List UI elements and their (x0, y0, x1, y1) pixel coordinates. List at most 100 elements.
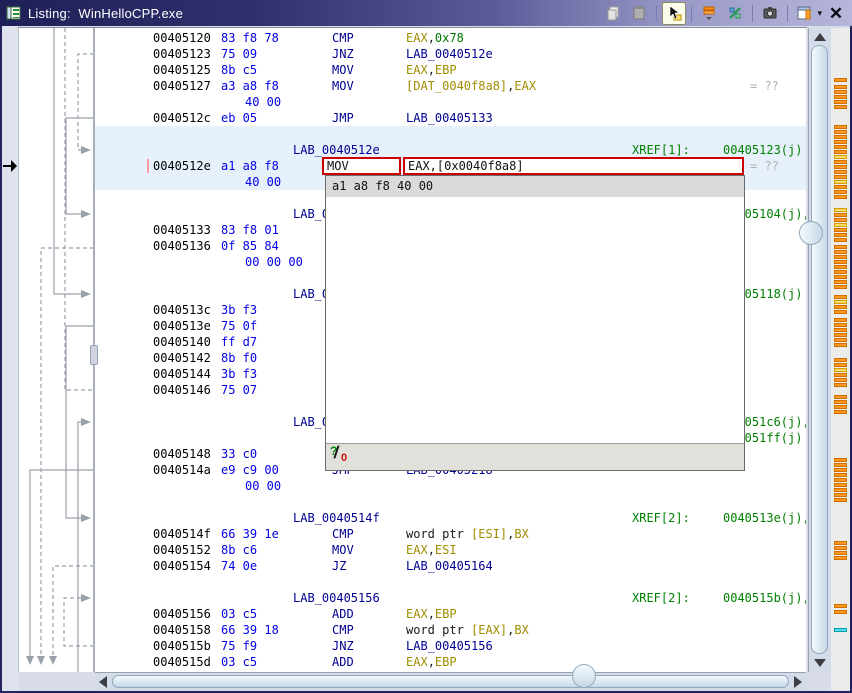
change-marker[interactable] (834, 145, 847, 149)
copy-icon[interactable] (601, 2, 625, 25)
snapshot-icon[interactable] (758, 2, 782, 25)
scrollbar-expand-handle-horizontal[interactable] (572, 664, 596, 688)
change-marker[interactable] (834, 135, 847, 139)
change-marker[interactable] (834, 280, 847, 284)
change-marker[interactable] (834, 275, 847, 279)
change-marker[interactable] (834, 323, 847, 327)
change-marker[interactable] (834, 233, 847, 237)
change-marker[interactable] (834, 195, 847, 199)
change-marker[interactable] (834, 85, 847, 89)
instruction-row[interactable]: 0040515866 39 18CMPword ptr [EAX],BX (95, 622, 806, 638)
change-marker[interactable] (834, 546, 847, 550)
change-marker[interactable] (834, 175, 847, 179)
instruction-row[interactable]: 0040515474 0eJZLAB_00405164 (95, 558, 806, 574)
listing-row[interactable]: 00 00 (95, 478, 806, 494)
change-marker[interactable] (834, 410, 847, 414)
listing-row[interactable]: 40 00 (95, 94, 806, 110)
change-marker[interactable] (834, 498, 847, 502)
change-marker[interactable] (834, 463, 847, 467)
change-marker[interactable] (834, 318, 847, 322)
close-icon[interactable]: ✕ (824, 2, 848, 25)
byte-suggestion-item[interactable]: a1 a8 f8 40 00 (326, 176, 744, 197)
diff-view-icon[interactable] (723, 2, 747, 25)
scroll-left-icon[interactable] (99, 676, 107, 688)
change-marker[interactable] (834, 78, 847, 82)
change-marker[interactable] (834, 180, 847, 184)
instruction-row[interactable]: 004051258b c5MOVEAX,EBP (95, 62, 806, 78)
change-marker[interactable] (834, 265, 847, 269)
change-marker[interactable] (834, 295, 847, 299)
change-marker[interactable] (834, 245, 847, 249)
scrollbar-expand-handle[interactable] (799, 221, 823, 245)
cursor-marker[interactable] (834, 628, 847, 632)
change-marker[interactable] (834, 208, 847, 212)
change-marker[interactable] (834, 270, 847, 274)
label-row[interactable]: LAB_0040512eXREF[1]:00405123(j) (95, 142, 806, 158)
change-marker[interactable] (834, 185, 847, 189)
change-marker[interactable] (834, 218, 847, 222)
change-marker[interactable] (834, 358, 847, 362)
instruction-row[interactable]: 0040512375 09JNZLAB_0040512e (95, 46, 806, 62)
horizontal-scrollbar-thumb[interactable] (112, 675, 789, 688)
change-marker[interactable] (834, 213, 847, 217)
instruction-row[interactable]: 0040512ceb 05JMPLAB_00405133 (95, 110, 806, 126)
change-marker[interactable] (834, 405, 847, 409)
vertical-scrollbar-thumb[interactable] (811, 45, 828, 654)
change-marker[interactable] (834, 90, 847, 94)
scroll-right-icon[interactable] (794, 676, 802, 688)
change-marker[interactable] (834, 378, 847, 382)
change-marker[interactable] (834, 100, 847, 104)
title-bar[interactable]: Listing: WinHelloCPP.exe ▾✕ (0, 0, 852, 26)
change-marker[interactable] (834, 140, 847, 144)
horizontal-scrollbar[interactable] (95, 672, 806, 691)
change-marker[interactable] (834, 328, 847, 332)
change-marker[interactable] (834, 130, 847, 134)
change-marker[interactable] (834, 310, 847, 314)
change-marker[interactable] (834, 223, 847, 227)
change-marker[interactable] (834, 556, 847, 560)
change-marker[interactable] (834, 383, 847, 387)
toggle-header-icon[interactable] (793, 2, 817, 25)
change-marker[interactable] (834, 125, 847, 129)
change-marker[interactable] (834, 228, 847, 232)
vertical-scrollbar[interactable] (808, 28, 831, 672)
change-marker[interactable] (834, 338, 847, 342)
change-marker[interactable] (834, 458, 847, 462)
change-marker[interactable] (834, 170, 847, 174)
change-marker[interactable] (834, 95, 847, 99)
change-marker[interactable] (834, 250, 847, 254)
change-marker[interactable] (834, 400, 847, 404)
change-marker[interactable] (834, 255, 847, 259)
change-marker[interactable] (834, 160, 847, 164)
change-marker[interactable] (834, 478, 847, 482)
patch-operands-field[interactable]: EAX,[0x0040f8a8] (403, 157, 744, 175)
change-marker[interactable] (834, 300, 847, 304)
paste-icon[interactable] (627, 2, 651, 25)
change-marker[interactable] (834, 488, 847, 492)
change-marker[interactable] (834, 395, 847, 399)
change-marker[interactable] (834, 343, 847, 347)
change-marker[interactable] (834, 150, 847, 154)
change-marker[interactable] (834, 541, 847, 545)
label-row[interactable]: LAB_0040514fXREF[2]:0040513e(j), 0 (95, 510, 806, 526)
change-marker[interactable] (834, 373, 847, 377)
instruction-row[interactable]: 0040515b75 f9JNZLAB_00405156 (95, 638, 806, 654)
change-marker[interactable] (834, 155, 847, 159)
change-marker[interactable] (834, 165, 847, 169)
instruction-row[interactable]: 004051528b c6MOVEAX,ESI (95, 542, 806, 558)
change-marker[interactable] (834, 285, 847, 289)
change-marker[interactable] (834, 260, 847, 264)
label-row[interactable]: LAB_00405156XREF[2]:0040515b(j), 0 (95, 590, 806, 606)
change-marker[interactable] (834, 238, 847, 242)
change-marker[interactable] (834, 468, 847, 472)
field-markup-icon[interactable] (697, 2, 721, 25)
change-marker[interactable] (834, 551, 847, 555)
instruction-row[interactable]: 0040512083 f8 78CMPEAX,0x78 (95, 30, 806, 46)
change-marker[interactable] (834, 333, 847, 337)
change-marker[interactable] (834, 610, 847, 614)
instruction-row[interactable]: 0040515d03 c5ADDEAX,EBP (95, 654, 806, 670)
instruction-row[interactable]: 0040515603 c5ADDEAX,EBP (95, 606, 806, 622)
overview-marker-margin[interactable] (831, 28, 850, 690)
splitter-grip[interactable] (90, 345, 98, 365)
change-marker[interactable] (834, 368, 847, 372)
